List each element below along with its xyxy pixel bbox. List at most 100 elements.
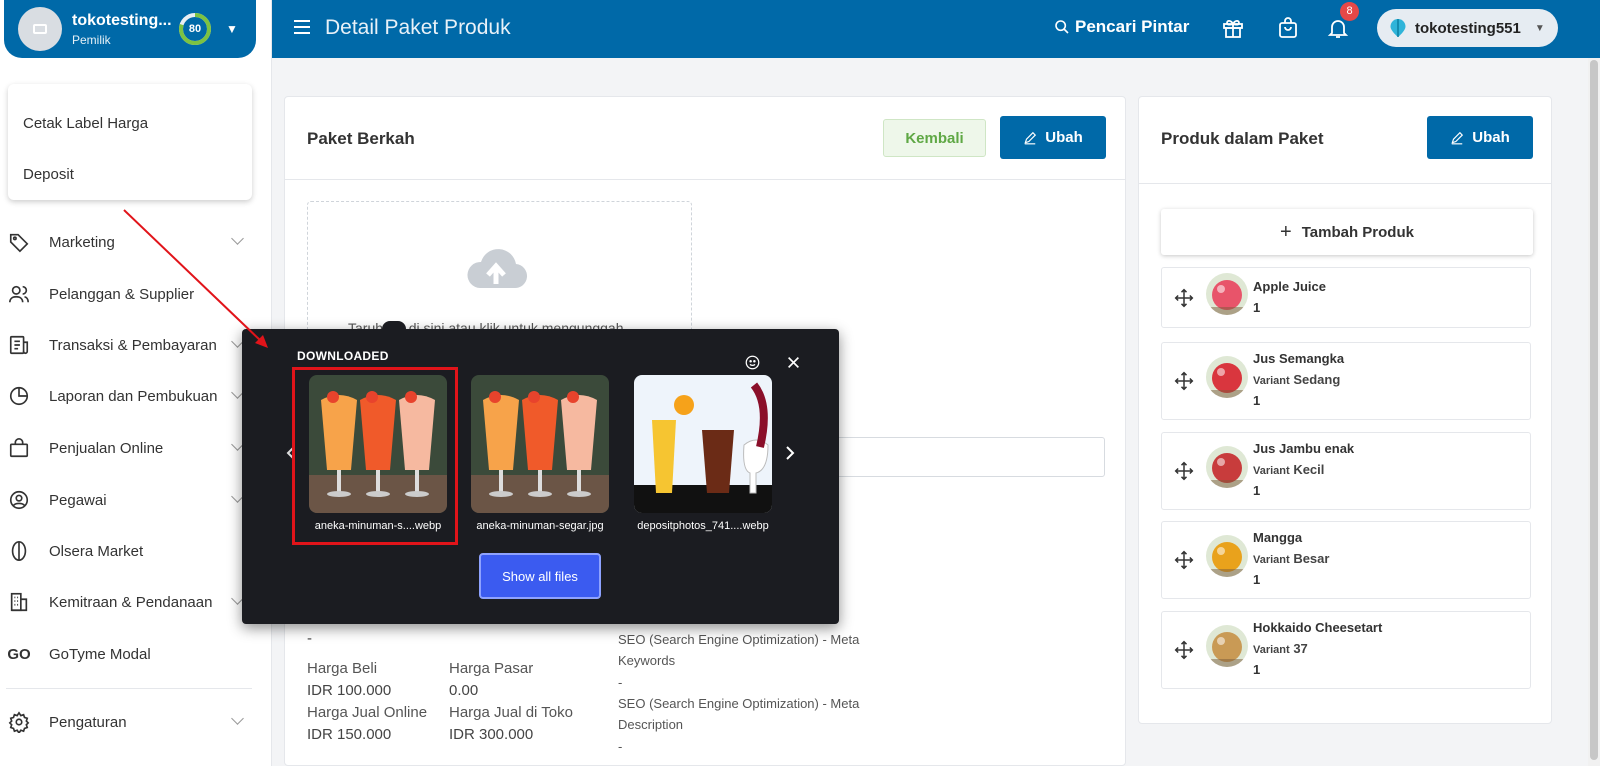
online-price-value: IDR 150.000 <box>307 726 392 743</box>
downloads-popup: DOWNLOADED aneka-minuman-s....webp aneka… <box>242 321 839 624</box>
product-item[interactable]: Jus Semangka Variant Sedang 1 <box>1161 342 1531 420</box>
top-bar: Detail Paket Produk Pencari Pintar 8 tok… <box>272 0 1600 58</box>
product-qty: 1 <box>1253 572 1261 587</box>
highlight-box <box>292 367 458 545</box>
move-handle-icon[interactable] <box>1174 640 1194 665</box>
detail-dash: - <box>307 630 312 647</box>
divider <box>1139 183 1551 184</box>
product-name: Hokkaido Cheesetart <box>1253 620 1383 635</box>
seo-keywords-value: - <box>618 675 623 690</box>
market-pin-icon <box>6 538 32 564</box>
sidebar-item-online-sales[interactable]: Penjualan Online <box>0 428 260 468</box>
store-price-value: IDR 300.000 <box>449 726 534 743</box>
gotyme-logo-icon: GO <box>7 645 31 663</box>
gear-icon <box>6 709 32 735</box>
chevron-right-icon[interactable] <box>785 445 795 461</box>
edit-products-button[interactable]: Ubah <box>1427 116 1533 159</box>
product-qty: 1 <box>1253 662 1261 677</box>
seo-keywords-label: SEO (Search Engine Optimization) - Meta … <box>618 632 860 668</box>
drinks-thumbnail-icon <box>471 375 609 513</box>
sidebar-item-customers[interactable]: Pelanggan & Supplier <box>0 274 260 314</box>
product-variant: Variant 37 <box>1253 641 1308 656</box>
product-item[interactable]: Apple Juice 1 <box>1161 267 1531 328</box>
product-qty: 1 <box>1253 300 1261 315</box>
product-item[interactable]: Jus Jambu enak Variant Kecil 1 <box>1161 432 1531 510</box>
move-handle-icon[interactable] <box>1174 288 1194 313</box>
market-price-value: 0.00 <box>449 682 479 699</box>
quick-item-price-label[interactable]: Cetak Label Harga <box>23 115 148 132</box>
glasses-thumbnail-icon <box>634 375 772 513</box>
pencil-icon <box>1451 131 1464 144</box>
product-item[interactable]: Hokkaido Cheesetart Variant 37 1 <box>1161 611 1531 689</box>
caret-down-icon[interactable]: ▼ <box>226 22 238 36</box>
chevron-down-icon <box>231 232 244 245</box>
edit-package-button[interactable]: Ubah <box>1000 116 1106 159</box>
move-handle-icon[interactable] <box>1174 461 1194 486</box>
users-icon <box>6 281 32 307</box>
add-product-button[interactable]: + Tambah Produk <box>1161 209 1533 255</box>
scrollbar-thumb[interactable] <box>1590 60 1598 760</box>
notification-badge: 8 <box>1340 2 1359 21</box>
shopping-bag-icon[interactable] <box>1275 15 1301 41</box>
page-title: Detail Paket Produk <box>325 16 511 39</box>
sidebar: tokotesting... Pemilik 80 ▼ Cetak Label … <box>0 0 272 766</box>
receipt-icon <box>6 332 32 358</box>
store-switcher[interactable]: tokotesting... Pemilik 80 ▼ <box>4 0 256 58</box>
search-icon <box>1055 20 1069 34</box>
market-price-label: Harga Pasar <box>449 660 534 677</box>
quick-item-deposit[interactable]: Deposit <box>23 166 74 183</box>
sidebar-item-settings[interactable]: Pengaturan <box>0 702 260 742</box>
sidebar-item-olsera-market[interactable]: Olsera Market <box>0 531 260 571</box>
store-avatar <box>18 7 62 51</box>
product-name: Apple Juice <box>1253 279 1326 294</box>
sidebar-item-transactions[interactable]: Transaksi & Pembayaran <box>0 325 260 365</box>
store-role: Pemilik <box>72 32 111 47</box>
sidebar-item-reports[interactable]: Laporan dan Pembukuan <box>0 376 260 416</box>
store-price-label: Harga Jual di Toko <box>449 704 573 721</box>
product-variant: Variant Sedang <box>1253 372 1341 387</box>
chevron-down-icon <box>231 712 244 725</box>
sidebar-item-employees[interactable]: Pegawai <box>0 480 260 520</box>
product-item[interactable]: Mangga Variant Besar 1 <box>1161 521 1531 599</box>
downloads-title: DOWNLOADED <box>297 349 389 363</box>
pencil-icon <box>1024 131 1037 144</box>
seo-description-value: - <box>618 739 623 754</box>
file-name: depositphotos_741....webp <box>637 520 769 532</box>
olsera-logo-icon <box>1390 19 1406 37</box>
product-thumbnail <box>1206 446 1248 488</box>
buy-price-label: Harga Beli <box>307 660 378 677</box>
product-name: Jus Semangka <box>1253 351 1345 366</box>
move-handle-icon[interactable] <box>1174 550 1194 575</box>
user-menu[interactable]: tokotesting551 ▼ <box>1377 9 1558 47</box>
product-variant: Variant Kecil <box>1253 462 1325 477</box>
quick-menu: Cetak Label Harga Deposit <box>8 84 252 200</box>
smiley-icon[interactable] <box>745 355 760 370</box>
smart-search-button[interactable]: Pencari Pintar <box>1054 17 1189 37</box>
show-all-files-button[interactable]: Show all files <box>479 553 601 599</box>
plus-icon: + <box>1280 220 1292 243</box>
online-price-label: Harga Jual Online <box>307 704 428 721</box>
store-name: tokotesting... <box>72 11 172 29</box>
building-icon <box>6 589 32 615</box>
cloud-upload-icon <box>467 249 528 289</box>
package-title: Paket Berkah <box>307 129 415 148</box>
sidebar-item-gotyme[interactable]: GO GoTyme Modal <box>0 634 260 674</box>
divider <box>6 688 252 689</box>
product-thumbnail <box>1206 535 1248 577</box>
product-thumbnail <box>1206 356 1248 398</box>
back-button[interactable]: Kembali <box>883 119 986 157</box>
product-name: Jus Jambu enak <box>1253 441 1355 456</box>
sidebar-item-marketing[interactable]: Marketing <box>0 222 260 262</box>
product-thumbnail <box>1206 273 1248 315</box>
product-variant: Variant Besar <box>1253 551 1330 566</box>
close-icon[interactable] <box>787 356 800 369</box>
move-handle-icon[interactable] <box>1174 371 1194 396</box>
products-in-package-card: Produk dalam Paket Ubah + Tambah Produk … <box>1138 96 1552 724</box>
shopping-bag-icon <box>6 435 32 461</box>
gift-icon[interactable] <box>1220 15 1246 41</box>
product-qty: 1 <box>1253 483 1261 498</box>
hamburger-menu-icon[interactable] <box>294 20 310 34</box>
caret-down-icon: ▼ <box>1534 22 1545 34</box>
profile-progress-ring: 80 <box>178 12 212 46</box>
sidebar-item-partnership[interactable]: Kemitraan & Pendanaan <box>0 582 260 622</box>
